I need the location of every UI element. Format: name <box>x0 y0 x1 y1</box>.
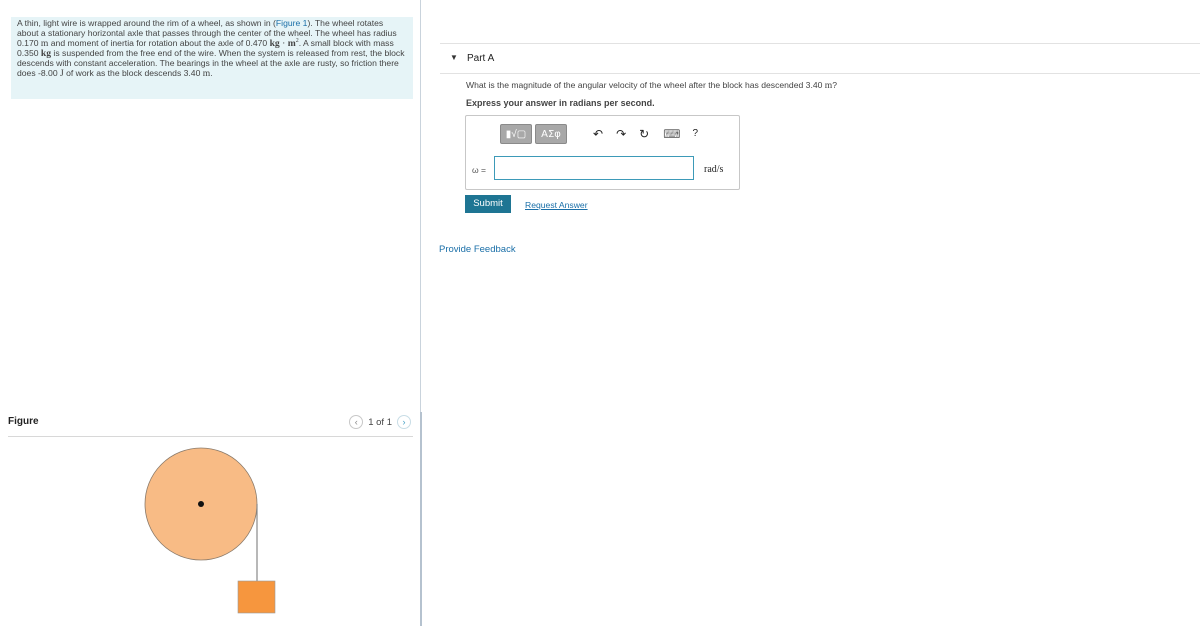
collapse-icon[interactable]: ▼ <box>450 53 458 62</box>
figure-page-indicator: 1 of 1 <box>368 416 392 428</box>
templates-button[interactable]: ▮√▢ <box>500 124 532 144</box>
problem-pane: A thin, light wire is wrapped around the… <box>0 0 420 626</box>
problem-text: and moment of inertia for rotation about… <box>48 37 270 48</box>
separator <box>440 73 1200 74</box>
submit-button[interactable]: Submit <box>465 195 511 213</box>
problem-statement: A thin, light wire is wrapped around the… <box>11 17 413 99</box>
next-figure-button[interactable]: › <box>397 415 411 429</box>
figure-header: Figure ‹ 1 of 1 › <box>8 415 413 437</box>
answer-instruction: Express your answer in radians per secon… <box>466 98 655 108</box>
answer-input[interactable] <box>494 156 694 180</box>
figure-link[interactable]: Figure 1 <box>276 18 308 28</box>
figure-pager: ‹ 1 of 1 › <box>349 415 411 429</box>
keyboard-icon[interactable]: ⌨ <box>663 124 680 144</box>
pane-divider-accent <box>420 412 422 626</box>
wheel-block-figure <box>144 447 276 614</box>
problem-text: of work as the block descends 3.40 <box>63 67 203 78</box>
undo-icon[interactable]: ↶ <box>593 124 603 144</box>
separator <box>440 43 1200 44</box>
question-text: What is the magnitude of the angular vel… <box>466 80 838 91</box>
axle-dot <box>198 501 204 507</box>
prev-figure-button[interactable]: ‹ <box>349 415 364 429</box>
redo-icon[interactable]: ↷ <box>616 124 626 144</box>
provide-feedback-link[interactable]: Provide Feedback <box>439 244 516 255</box>
reset-icon[interactable]: ↻ <box>639 124 649 144</box>
help-icon[interactable]: ? <box>693 124 699 144</box>
figure-title: Figure <box>8 416 39 427</box>
request-answer-link[interactable]: Request Answer <box>525 200 588 210</box>
answer-variable-label: ω = <box>472 165 486 175</box>
answer-box: ▮√▢ ΑΣφ ↶ ↷ ↻ ⌨ ? ω = rad/s <box>465 115 740 190</box>
math-toolbar: ▮√▢ ΑΣφ ↶ ↷ ↻ ⌨ ? <box>500 124 698 144</box>
block <box>237 580 276 614</box>
answer-unit: rad/s <box>704 164 724 175</box>
greek-symbols-button[interactable]: ΑΣφ <box>535 124 567 144</box>
part-a-title[interactable]: Part A <box>467 53 494 64</box>
problem-text: A thin, light wire is wrapped around the… <box>17 18 276 28</box>
problem-text: . <box>210 67 213 78</box>
